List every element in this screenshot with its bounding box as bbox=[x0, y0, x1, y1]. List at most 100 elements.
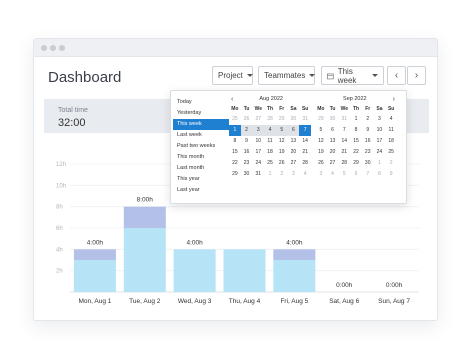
calendar-day[interactable]: 27 bbox=[327, 158, 339, 169]
calendar-day[interactable]: 27 bbox=[252, 114, 264, 125]
range-option[interactable]: Last month bbox=[173, 163, 229, 174]
app-window: Dashboard Project Teammates This week ‹ … bbox=[33, 38, 438, 321]
calendar-day[interactable]: 25 bbox=[264, 158, 276, 169]
calendar-day[interactable]: 13 bbox=[327, 136, 339, 147]
calendar-day[interactable]: 30 bbox=[327, 114, 339, 125]
range-option[interactable]: This week bbox=[173, 119, 229, 130]
bar-total-label: 4:00h bbox=[187, 239, 204, 246]
calendar-day[interactable]: 7 bbox=[362, 169, 374, 180]
calendar-day[interactable]: 28 bbox=[338, 158, 350, 169]
calendar-day[interactable]: 18 bbox=[385, 136, 397, 147]
chevron-right-icon[interactable]: › bbox=[393, 96, 395, 103]
calendar-day[interactable]: 28 bbox=[299, 158, 311, 169]
calendar-day[interactable]: 30 bbox=[241, 169, 253, 180]
calendar-day[interactable]: 23 bbox=[241, 158, 253, 169]
calendar-day[interactable]: 18 bbox=[264, 147, 276, 158]
calendar-day[interactable]: 5 bbox=[275, 125, 288, 136]
calendar-day[interactable]: 29 bbox=[229, 169, 241, 180]
calendar-day[interactable]: 10 bbox=[252, 136, 264, 147]
calendar-day[interactable]: 2 bbox=[276, 169, 288, 180]
calendar-day[interactable]: 27 bbox=[288, 158, 300, 169]
calendar-day[interactable]: 8 bbox=[229, 136, 241, 147]
calendar-day[interactable]: 26 bbox=[276, 158, 288, 169]
calendar-day[interactable]: 19 bbox=[276, 147, 288, 158]
calendar-day[interactable]: 15 bbox=[229, 147, 241, 158]
calendar-day[interactable]: 16 bbox=[241, 147, 253, 158]
calendar-day[interactable]: 12 bbox=[315, 136, 327, 147]
calendar-day[interactable]: 9 bbox=[362, 125, 374, 136]
range-option[interactable]: Last year bbox=[173, 185, 229, 196]
weekday-label: Mo bbox=[231, 106, 239, 112]
calendar-day[interactable]: 25 bbox=[385, 147, 397, 158]
calendar-day[interactable]: 19 bbox=[315, 147, 327, 158]
calendar-day[interactable]: 12 bbox=[276, 136, 288, 147]
calendar-day[interactable]: 23 bbox=[362, 147, 374, 158]
calendar-day[interactable]: 3 bbox=[288, 169, 300, 180]
calendar-day[interactable]: 11 bbox=[385, 125, 397, 136]
calendar-day[interactable]: 30 bbox=[362, 158, 374, 169]
range-option[interactable]: This month bbox=[173, 152, 229, 163]
range-option[interactable]: Past two weeks bbox=[173, 141, 229, 152]
calendar-day[interactable]: 29 bbox=[350, 158, 362, 169]
calendar-day[interactable]: 4 bbox=[299, 169, 311, 180]
calendar-day[interactable]: 20 bbox=[288, 147, 300, 158]
calendar-day[interactable]: 4 bbox=[385, 114, 397, 125]
calendar-day[interactable]: 24 bbox=[374, 147, 386, 158]
calendar-day[interactable]: 16 bbox=[362, 136, 374, 147]
calendar-day[interactable]: 3 bbox=[374, 114, 386, 125]
calendar-day[interactable]: 11 bbox=[264, 136, 276, 147]
calendar-day[interactable]: 4 bbox=[264, 125, 276, 136]
range-option[interactable]: Today bbox=[173, 97, 229, 108]
calendar-day[interactable]: 22 bbox=[350, 147, 362, 158]
calendar-day[interactable]: 3 bbox=[315, 169, 327, 180]
calendar-day[interactable]: 1 bbox=[374, 158, 386, 169]
calendar-day[interactable]: 5 bbox=[315, 125, 327, 136]
calendar-day[interactable]: 3 bbox=[252, 125, 265, 136]
calendar-day[interactable]: 1 bbox=[229, 125, 241, 136]
calendar-day[interactable]: 26 bbox=[315, 158, 327, 169]
calendar-day[interactable]: 6 bbox=[327, 125, 339, 136]
chevron-left-icon[interactable]: ‹ bbox=[231, 96, 233, 103]
calendar-day[interactable]: 28 bbox=[264, 114, 276, 125]
calendar-day[interactable]: 17 bbox=[252, 147, 264, 158]
calendar-day[interactable]: 10 bbox=[374, 125, 386, 136]
calendar-day[interactable]: 20 bbox=[327, 147, 339, 158]
calendar-day[interactable]: 9 bbox=[241, 136, 253, 147]
bar-segment bbox=[223, 249, 266, 292]
calendar-day[interactable]: 31 bbox=[252, 169, 264, 180]
calendar-day[interactable]: 21 bbox=[338, 147, 350, 158]
calendar-day[interactable]: 7 bbox=[299, 125, 311, 136]
range-option[interactable]: Yesterday bbox=[173, 108, 229, 119]
calendar-day[interactable]: 2 bbox=[240, 125, 253, 136]
month-label: Sep 2022 bbox=[343, 96, 367, 102]
calendar-day[interactable]: 29 bbox=[276, 114, 288, 125]
calendar-day[interactable]: 6 bbox=[350, 169, 362, 180]
calendar-day[interactable]: 31 bbox=[338, 114, 350, 125]
calendar-day[interactable]: 13 bbox=[288, 136, 300, 147]
calendar-day[interactable]: 31 bbox=[299, 114, 311, 125]
calendar-day[interactable]: 6 bbox=[287, 125, 300, 136]
calendar-day[interactable]: 25 bbox=[229, 114, 241, 125]
calendar-day[interactable]: 2 bbox=[385, 158, 397, 169]
calendar-day[interactable]: 14 bbox=[338, 136, 350, 147]
calendar-day[interactable]: 24 bbox=[252, 158, 264, 169]
calendar-day[interactable]: 26 bbox=[241, 114, 253, 125]
calendar-day[interactable]: 17 bbox=[374, 136, 386, 147]
calendar-day[interactable]: 2 bbox=[362, 114, 374, 125]
calendar-day[interactable]: 9 bbox=[385, 169, 397, 180]
range-option[interactable]: Last week bbox=[173, 130, 229, 141]
calendar-day[interactable]: 8 bbox=[350, 125, 362, 136]
calendar-day[interactable]: 21 bbox=[299, 147, 311, 158]
calendar-day[interactable]: 29 bbox=[315, 114, 327, 125]
calendar-day[interactable]: 14 bbox=[299, 136, 311, 147]
calendar-day[interactable]: 1 bbox=[264, 169, 276, 180]
calendar-day[interactable]: 30 bbox=[288, 114, 300, 125]
calendar-day[interactable]: 15 bbox=[350, 136, 362, 147]
calendar-day[interactable]: 8 bbox=[374, 169, 386, 180]
calendar-day[interactable]: 22 bbox=[229, 158, 241, 169]
calendar-day[interactable]: 7 bbox=[338, 125, 350, 136]
calendar-day[interactable]: 5 bbox=[338, 169, 350, 180]
range-option[interactable]: This year bbox=[173, 174, 229, 185]
calendar-day[interactable]: 1 bbox=[350, 114, 362, 125]
calendar-day[interactable]: 4 bbox=[327, 169, 339, 180]
